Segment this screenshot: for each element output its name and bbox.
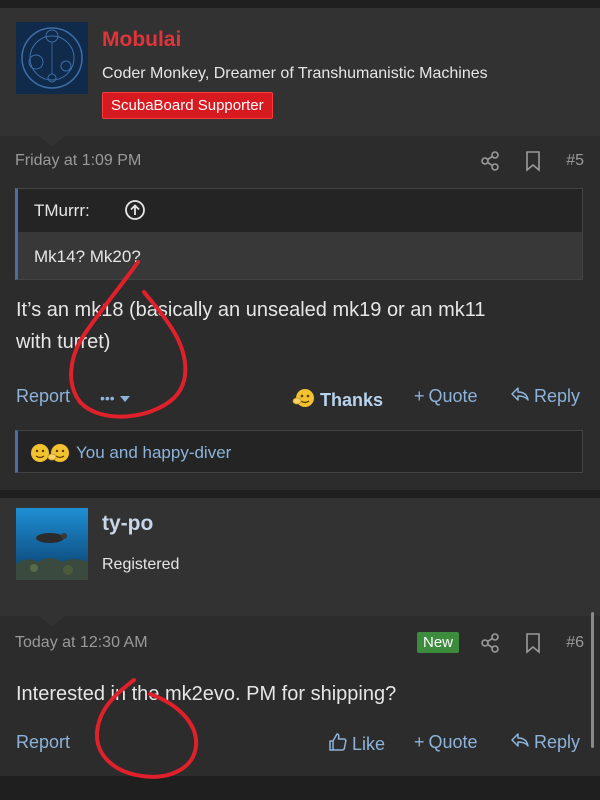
post-body-line: It’s an mk18 (basically an unsealed mk19… <box>16 299 486 321</box>
user-title: Coder Monkey, Dreamer of Transhumanistic… <box>102 65 488 82</box>
quote-header: TMurrr: <box>18 189 582 232</box>
username[interactable]: Mobulai <box>102 28 181 52</box>
reactions-text[interactable]: You and happy-diver <box>76 443 231 463</box>
quote-author[interactable]: TMurrr: <box>34 201 90 221</box>
bookmark-icon[interactable] <box>524 150 542 177</box>
thanks-label: Thanks <box>320 390 384 410</box>
quote-label: Quote <box>428 386 478 406</box>
share-icon[interactable] <box>480 632 500 659</box>
thanks-emoji-icon <box>292 386 316 415</box>
plus-icon: + <box>414 386 425 406</box>
reply-label: Reply <box>534 386 581 406</box>
more-options-button[interactable]: ••• <box>100 390 131 406</box>
reactions-bar[interactable]: You and happy-diver <box>15 430 583 473</box>
report-button[interactable]: Report <box>16 386 70 407</box>
like-icon <box>328 732 348 757</box>
user-title: Registered <box>102 556 180 573</box>
post-body: Interested in the mk2evo. PM for shippin… <box>16 683 397 705</box>
plus-icon: + <box>414 732 425 752</box>
avatar[interactable] <box>16 508 88 580</box>
user-banner: ScubaBoard Supporter <box>102 92 273 119</box>
more-label: ••• <box>100 390 115 406</box>
quote-block[interactable]: TMurrr: Mk14? Mk20? <box>15 188 583 280</box>
thanks-emoji-icon <box>28 439 72 470</box>
post-actions: Report Like + Quote Reply <box>0 728 600 758</box>
post-body: It’s an mk18 (basically an unsealed mk19… <box>16 294 576 358</box>
like-button[interactable]: Like <box>328 732 385 757</box>
scrollbar[interactable] <box>591 612 594 748</box>
post-meta: Friday at 1:09 PM #5 <box>0 148 600 176</box>
quote-text: Mk14? Mk20? <box>34 247 141 266</box>
post-actions: Report ••• Thanks + Quote Reply <box>0 382 600 412</box>
post-number[interactable]: #5 <box>566 152 584 170</box>
share-icon[interactable] <box>480 150 500 177</box>
reply-label: Reply <box>534 732 581 752</box>
reply-button[interactable]: Reply <box>510 732 580 753</box>
post-date[interactable]: Today at 12:30 AM <box>15 634 148 652</box>
username[interactable]: ty-po <box>102 512 153 536</box>
post-body-line: with turret) <box>16 331 111 353</box>
userbar-arrow <box>38 135 66 147</box>
bookmark-icon[interactable] <box>524 632 542 659</box>
userbar-arrow <box>38 615 66 627</box>
quote-label: Quote <box>428 732 478 752</box>
reply-button[interactable]: Reply <box>510 386 580 407</box>
post-number[interactable]: #6 <box>566 634 584 652</box>
user-bar: Mobulai Coder Monkey, Dreamer of Transhu… <box>0 8 600 136</box>
thanks-button[interactable]: Thanks <box>292 386 383 415</box>
user-bar: ty-po Registered <box>0 498 600 616</box>
report-button[interactable]: Report <box>16 732 70 753</box>
caret-down-icon <box>119 390 131 406</box>
arrow-up-circle-icon[interactable] <box>124 199 146 226</box>
reply-icon <box>510 386 530 407</box>
quote-button[interactable]: + Quote <box>414 732 478 753</box>
new-badge: New <box>417 632 460 653</box>
avatar[interactable] <box>16 22 88 94</box>
post-meta: Today at 12:30 AM New #6 <box>0 630 600 658</box>
reply-icon <box>510 732 530 753</box>
quote-button[interactable]: + Quote <box>414 386 478 407</box>
report-label: Report <box>16 386 71 406</box>
post-date[interactable]: Friday at 1:09 PM <box>15 152 141 170</box>
like-label: Like <box>352 734 386 754</box>
report-label: Report <box>16 732 71 752</box>
